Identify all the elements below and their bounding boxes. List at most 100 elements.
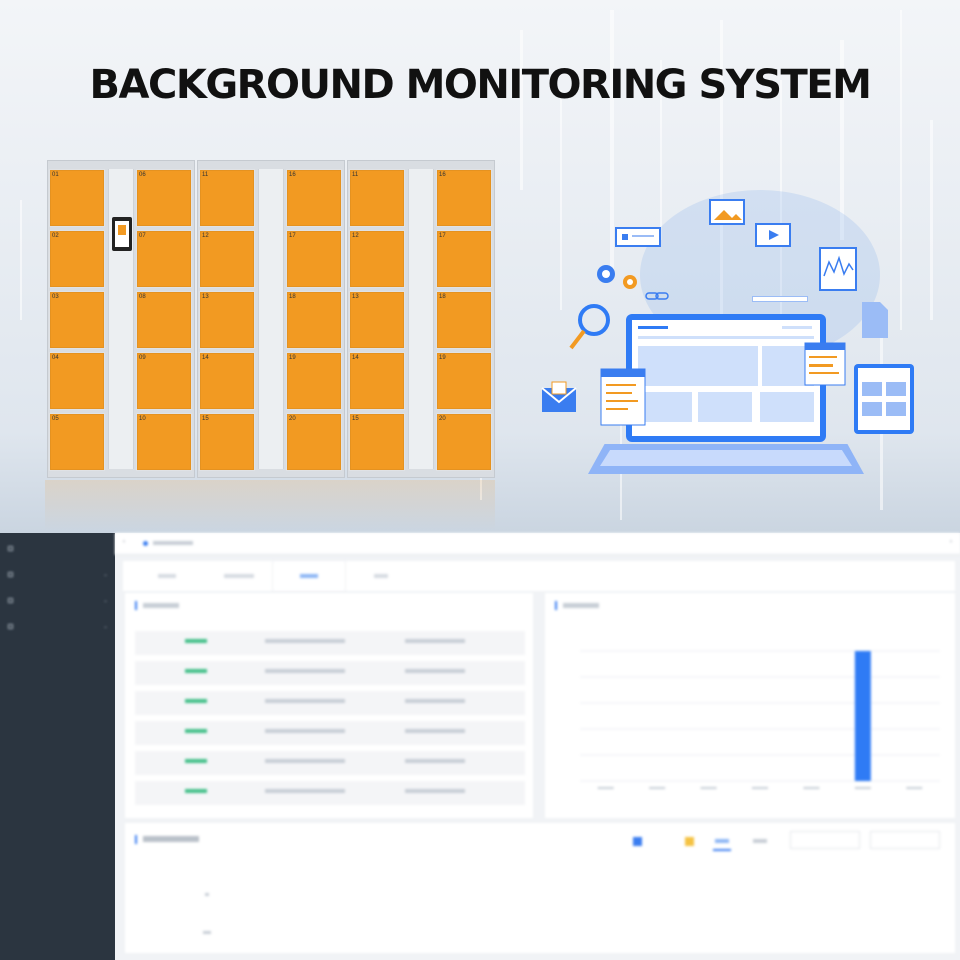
locker-cabinet: 11 12 13 14 15 16 17 18 19 20 bbox=[197, 160, 345, 478]
breadcrumb bbox=[153, 541, 193, 545]
filter-tab-active[interactable] bbox=[715, 839, 729, 843]
light-streak bbox=[900, 10, 902, 330]
log-timestamp bbox=[405, 669, 465, 673]
dashboard-main: ‹ › bbox=[115, 533, 960, 960]
sidebar-item[interactable]: ⌄ bbox=[8, 567, 108, 581]
sidebar-item[interactable]: ⌄ bbox=[8, 619, 108, 633]
locker-number: 10 bbox=[139, 416, 146, 422]
locker-door: 13 bbox=[199, 291, 255, 349]
screen-block bbox=[638, 336, 814, 339]
locker-number: 01 bbox=[52, 172, 59, 178]
locker-cabinet: 11 12 13 14 15 16 17 18 19 20 bbox=[347, 160, 495, 478]
locker-control-column bbox=[108, 169, 134, 469]
locker-door: 08 bbox=[136, 291, 192, 349]
locker-number: 20 bbox=[289, 416, 296, 422]
legend-swatch-blue bbox=[633, 837, 642, 846]
locker-number: 19 bbox=[289, 355, 296, 361]
statistics-panel bbox=[125, 823, 955, 953]
search-icon bbox=[569, 304, 610, 350]
tab-active[interactable] bbox=[273, 561, 345, 591]
axis-tick-label bbox=[203, 931, 211, 934]
screen-block bbox=[760, 392, 814, 422]
back-arrow-icon[interactable]: ‹ bbox=[123, 539, 125, 545]
filter-underline bbox=[713, 849, 731, 851]
receipt-card bbox=[600, 368, 646, 426]
page-title: BACKGROUND MONITORING SYSTEM bbox=[89, 62, 872, 108]
locker-door: 11 bbox=[349, 169, 405, 227]
tick-label bbox=[597, 787, 614, 789]
link-icon bbox=[645, 292, 669, 300]
locker-number: 17 bbox=[289, 233, 296, 239]
locker-number: 13 bbox=[352, 294, 359, 300]
log-description bbox=[265, 789, 345, 793]
locker-control-column bbox=[258, 169, 284, 469]
locker-door: 10 bbox=[136, 413, 192, 471]
list-item bbox=[135, 661, 525, 685]
list-item bbox=[135, 751, 525, 775]
laptop-icon bbox=[626, 314, 826, 442]
locker-number: 17 bbox=[439, 233, 446, 239]
locker-door: 06 bbox=[136, 169, 192, 227]
locker-door: 04 bbox=[49, 352, 105, 410]
status-badge bbox=[185, 729, 207, 733]
log-description bbox=[265, 699, 345, 703]
locker-reflection bbox=[45, 480, 495, 530]
light-streak bbox=[20, 200, 22, 320]
filter-tab[interactable] bbox=[753, 839, 767, 843]
status-badge bbox=[185, 699, 207, 703]
tab-label bbox=[374, 574, 388, 578]
tab-label bbox=[300, 574, 318, 578]
locker-door: 20 bbox=[436, 413, 492, 471]
locker-door: 14 bbox=[199, 352, 255, 410]
tablet-icon bbox=[854, 364, 914, 434]
locker-door: 05 bbox=[49, 413, 105, 471]
chart-bar bbox=[854, 651, 871, 781]
tab[interactable] bbox=[131, 561, 203, 591]
tab-bar bbox=[123, 561, 955, 591]
bar-chart bbox=[580, 650, 940, 789]
locker-number: 12 bbox=[352, 233, 359, 239]
status-badge bbox=[185, 789, 207, 793]
locker-door: 12 bbox=[199, 230, 255, 288]
locker-door: 15 bbox=[199, 413, 255, 471]
end-date-input[interactable] bbox=[870, 831, 940, 849]
usage-chart-panel bbox=[545, 593, 955, 818]
list-item bbox=[135, 721, 525, 745]
document-icon bbox=[862, 302, 888, 338]
locker-door: 19 bbox=[436, 352, 492, 410]
forward-arrow-icon[interactable]: › bbox=[950, 539, 952, 545]
tick-label bbox=[700, 787, 717, 789]
locker-number: 14 bbox=[202, 355, 209, 361]
locker-number: 04 bbox=[52, 355, 59, 361]
locker-door: 16 bbox=[436, 169, 492, 227]
gear-icon bbox=[597, 265, 637, 289]
locker-number: 09 bbox=[139, 355, 146, 361]
axis-tick-label bbox=[205, 893, 209, 896]
list-item bbox=[135, 781, 525, 805]
locker-door: 14 bbox=[349, 352, 405, 410]
menu-square-icon bbox=[8, 597, 13, 603]
locker-door: 11 bbox=[199, 169, 255, 227]
start-date-input[interactable] bbox=[790, 831, 860, 849]
menu-square-icon bbox=[8, 571, 13, 577]
list-item bbox=[135, 631, 525, 655]
locker-number: 03 bbox=[52, 294, 59, 300]
screen-block bbox=[638, 326, 668, 329]
locker-door: 02 bbox=[49, 230, 105, 288]
panel-title bbox=[135, 601, 179, 610]
panel-title bbox=[135, 835, 199, 844]
status-badge bbox=[185, 759, 207, 763]
top-bar: ‹ › bbox=[115, 533, 960, 555]
locker-number: 19 bbox=[439, 355, 446, 361]
sidebar-item[interactable] bbox=[8, 541, 108, 555]
image-icon bbox=[709, 199, 745, 225]
locker-number: 05 bbox=[52, 416, 59, 422]
locker-door: 17 bbox=[436, 230, 492, 288]
log-description bbox=[265, 639, 345, 643]
tab[interactable] bbox=[203, 561, 275, 591]
sidebar-item[interactable]: ⌄ bbox=[8, 593, 108, 607]
locker-number: 18 bbox=[289, 294, 296, 300]
log-description bbox=[265, 669, 345, 673]
tab[interactable] bbox=[345, 561, 417, 591]
mail-icon bbox=[541, 381, 577, 412]
